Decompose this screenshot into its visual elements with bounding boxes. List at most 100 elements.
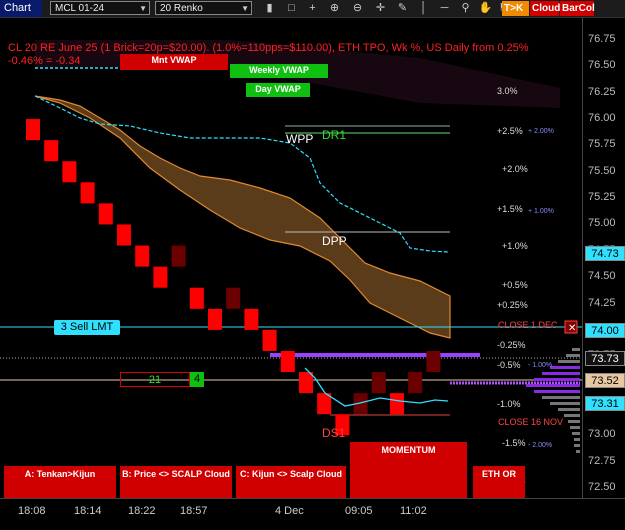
chevron-down-icon: ▼ — [139, 4, 147, 13]
cloud-toggle-button[interactable]: Cloud — [530, 1, 560, 16]
price-tick-label: 72.75 — [588, 454, 616, 467]
price-badge: 73.31 — [585, 395, 625, 411]
sell-limit-order-tag[interactable]: 3 Sell LMT — [54, 320, 120, 335]
tpo-bar — [564, 414, 580, 417]
percent-level-label: +1.0% — [502, 241, 528, 251]
renko-brick — [208, 308, 222, 330]
percent-level-label: -1.0% — [497, 399, 521, 409]
ichimoku-cloud — [34, 95, 451, 339]
wpp-label: WPP — [286, 132, 314, 146]
position-count-box[interactable]: 4 — [190, 372, 204, 387]
tpo-bar — [534, 378, 580, 381]
percent-level-label: 3.0% — [497, 86, 518, 96]
tpo-bar — [572, 348, 580, 351]
percent-level-label: -0.5% — [497, 360, 521, 370]
time-tick-label: 18:08 — [18, 505, 46, 517]
pencil-icon[interactable]: ✎ — [395, 1, 410, 16]
price-tick-label: 75.50 — [588, 164, 616, 177]
eth-or-button[interactable]: ETH OR — [473, 466, 525, 498]
day-vwap-tag: Day VWAP — [246, 83, 310, 97]
price-tick-label: 72.50 — [588, 481, 616, 493]
price-tick-label: 76.75 — [588, 33, 616, 45]
zoom-out-icon[interactable]: ⊖ — [350, 1, 365, 16]
zoom-in-icon[interactable]: ⊕ — [327, 1, 342, 16]
header-line1: CL 20 RE June 25 (1 Brick=20p=$20.00). (… — [8, 42, 529, 54]
tpo-bar — [572, 432, 580, 435]
vertical-line-icon[interactable]: │ — [416, 1, 431, 16]
momentum-label: MOMENTUM — [381, 445, 436, 455]
instrument-select[interactable]: MCL 01-24 ▼ — [50, 1, 150, 15]
tpo-bar — [558, 360, 580, 363]
pin-icon[interactable]: ⚲ — [458, 1, 473, 16]
tenkan-kijun-button[interactable]: A: Tenkan>Kijun — [4, 466, 116, 498]
price-tick-label: 73.00 — [588, 428, 616, 441]
barcol-toggle-button[interactable]: BarCol — [560, 1, 595, 16]
bar-type-value: 20 Renko — [160, 3, 203, 14]
close-icon: ✕ — [568, 323, 576, 334]
tpo-bar — [576, 450, 580, 453]
renko-brick — [189, 287, 204, 309]
time-tick-label: 11:02 — [400, 505, 427, 517]
renko-brick — [44, 140, 59, 162]
kijun-scalp-cloud-button[interactable]: C: Kijun <> Scalp Cloud — [236, 466, 346, 498]
price-tick-label: 76.00 — [588, 112, 616, 125]
tpo-bar — [558, 408, 580, 411]
chart-tab[interactable]: Chart — [0, 0, 42, 17]
tpo-bar — [574, 438, 580, 441]
toolbar: Chart MCL 01-24 ▼ 20 Renko ▼ ▮ □ + ⊕ ⊖ ✛… — [0, 0, 625, 18]
percent-level-blue-label: + 2.00% — [528, 128, 554, 135]
purple-band-top — [270, 353, 480, 357]
bar-type-select[interactable]: 20 Renko ▼ — [155, 1, 252, 15]
renko-brick — [98, 203, 113, 225]
percent-level-label: -1.5% — [502, 438, 526, 448]
time-tick-label: 4 Dec — [275, 505, 304, 517]
renko-brick — [244, 308, 259, 330]
tpo-bar — [542, 372, 580, 375]
time-tick-label: 09:05 — [345, 505, 373, 517]
renko-brick — [371, 372, 386, 394]
price-badge: 73.73 — [585, 351, 625, 367]
close-nov-label: CLOSE 16 NOV — [498, 417, 564, 427]
mnt-vwap-tag: Mnt VWAP — [120, 54, 228, 70]
hand-icon[interactable]: ✋ — [478, 1, 493, 16]
renko-brick — [62, 161, 77, 183]
ds1-label: DS1 — [322, 426, 346, 440]
tk-toggle-button[interactable]: T>K — [502, 1, 529, 16]
percent-level-label: +0.5% — [502, 280, 528, 290]
price-badge: 73.52 — [585, 373, 625, 389]
renko-brick — [226, 287, 241, 309]
time-tick-label: 18:57 — [180, 505, 208, 517]
window-icon[interactable]: □ — [284, 1, 299, 16]
bar-chart-icon[interactable]: ▮ — [262, 1, 277, 16]
price-tick-label: 75.75 — [588, 138, 616, 151]
position-qty-box[interactable]: 21 — [120, 372, 190, 387]
tpo-bar — [570, 426, 580, 429]
renko-brick — [26, 119, 40, 141]
percent-level-blue-label: + 1.00% — [528, 208, 554, 215]
price-tick-label: 75.25 — [588, 191, 616, 204]
tpo-bar — [534, 390, 580, 393]
renko-brick — [171, 245, 186, 267]
price-scalp-cloud-button[interactable]: B: Price <> SCALP Cloud — [120, 466, 232, 498]
percent-level-label: +2.5% — [497, 126, 523, 136]
renko-brick — [153, 266, 168, 288]
chart-plot-area[interactable]: ✕ CL 20 RE June 25 (1 Brick=20p=$20.00).… — [0, 18, 582, 498]
percent-level-label: +0.25% — [497, 300, 528, 310]
time-tick-label: 18:22 — [128, 505, 156, 517]
horizontal-line-icon[interactable]: ─ — [437, 1, 452, 16]
percent-level-label: +2.0% — [502, 164, 528, 174]
percent-level-label: +1.5% — [497, 204, 523, 214]
plus-icon[interactable]: ✛ — [373, 1, 388, 16]
momentum-panel[interactable]: MOMENTUM — [350, 442, 467, 498]
time-tick-label: 18:14 — [74, 505, 102, 517]
crosshair-icon[interactable]: + — [305, 1, 320, 16]
dpp-label: DPP — [322, 234, 347, 248]
tpo-bar — [574, 444, 580, 447]
tpo-bar — [566, 354, 580, 357]
percent-level-blue-label: - 2.00% — [528, 442, 553, 449]
close-dec-label: CLOSE 1 DEC — [498, 320, 558, 330]
instrument-value: MCL 01-24 — [55, 3, 105, 14]
renko-brick — [135, 245, 150, 267]
renko-brick — [408, 372, 423, 394]
renko-brick — [280, 350, 295, 373]
